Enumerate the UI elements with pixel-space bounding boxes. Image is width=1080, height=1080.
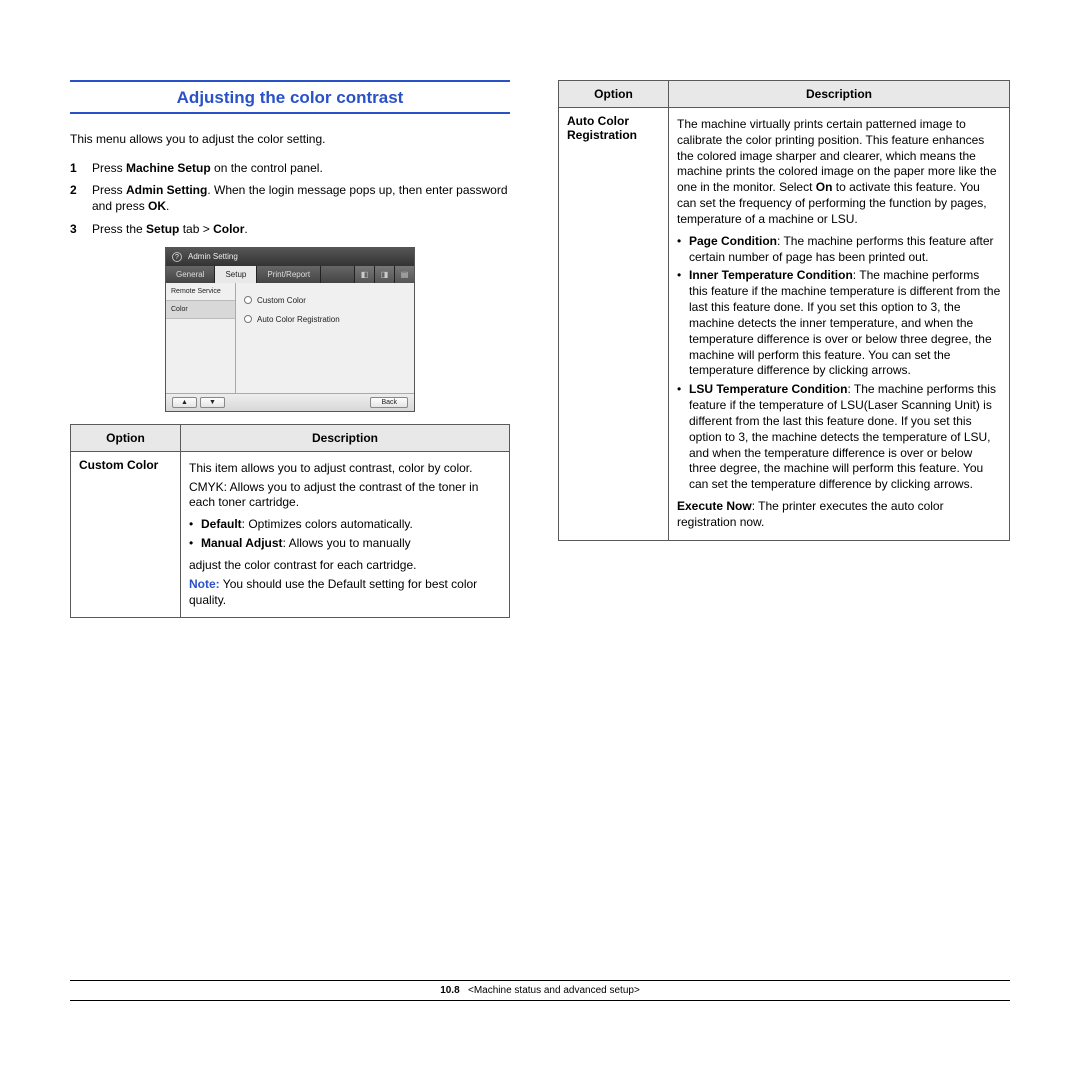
- step-number: 3: [70, 221, 92, 237]
- ui-title-text: Admin Setting: [188, 252, 238, 261]
- option-description: This item allows you to adjust contrast,…: [181, 451, 510, 618]
- nav-up-button[interactable]: ▲: [172, 397, 197, 408]
- auto-color-table: Option Description Auto Color Registrati…: [558, 80, 1010, 541]
- chapter-title: <Machine status and advanced setup>: [468, 985, 640, 996]
- page-number: 10.8: [440, 985, 459, 996]
- sidebar-item-color[interactable]: Color: [166, 301, 235, 319]
- table-row: Custom Color This item allows you to adj…: [71, 451, 510, 618]
- sidebar-item-remote-service[interactable]: Remote Service: [166, 283, 235, 301]
- status-icon-3: ▤: [394, 266, 414, 283]
- option-label: Custom Color: [257, 296, 306, 305]
- step-number: 1: [70, 160, 92, 176]
- step-text: Press Admin Setting. When the login mess…: [92, 182, 510, 214]
- embedded-ui-screenshot: ? Admin Setting General Setup Print/Repo…: [165, 247, 415, 412]
- ui-footer: ▲ ▼ Back: [166, 393, 414, 411]
- table-row: Auto Color Registration The machine virt…: [559, 108, 1010, 541]
- nav-down-button[interactable]: ▼: [200, 397, 225, 408]
- section-heading: Adjusting the color contrast: [70, 82, 510, 112]
- heading-rule-bottom: [70, 112, 510, 114]
- section-heading-block: Adjusting the color contrast: [70, 80, 510, 114]
- option-name: Custom Color: [71, 451, 181, 618]
- step-number: 2: [70, 182, 92, 214]
- back-button[interactable]: Back: [370, 397, 408, 408]
- ui-tabs: General Setup Print/Report ◧ ◨ ▤: [166, 266, 414, 283]
- option-name: Auto Color Registration: [559, 108, 669, 541]
- step-3: 3 Press the Setup tab > Color.: [70, 221, 510, 237]
- option-description: The machine virtually prints certain pat…: [669, 108, 1010, 541]
- custom-color-table: Option Description Custom Color This ite…: [70, 424, 510, 619]
- help-icon: ?: [172, 252, 182, 262]
- ui-sidebar: Remote Service Color: [166, 283, 236, 393]
- tab-print-report[interactable]: Print/Report: [257, 266, 321, 283]
- tab-setup[interactable]: Setup: [215, 266, 257, 283]
- steps-list: 1 Press Machine Setup on the control pan…: [70, 160, 510, 237]
- intro-text: This menu allows you to adjust the color…: [70, 132, 510, 146]
- list-item: LSU Temperature Condition: The machine p…: [677, 382, 1001, 493]
- option-label: Auto Color Registration: [257, 315, 340, 324]
- option-auto-color-registration[interactable]: Auto Color Registration: [244, 315, 406, 324]
- status-icon-2: ◨: [374, 266, 394, 283]
- ui-titlebar: ? Admin Setting: [166, 248, 414, 266]
- col-option: Option: [559, 81, 669, 108]
- list-item: Manual Adjust: Allows you to manually: [189, 536, 501, 552]
- radio-icon: [244, 315, 252, 323]
- note-label: Note:: [189, 577, 220, 591]
- step-text: Press Machine Setup on the control panel…: [92, 160, 510, 176]
- col-description: Description: [669, 81, 1010, 108]
- radio-icon: [244, 296, 252, 304]
- step-text: Press the Setup tab > Color.: [92, 221, 510, 237]
- tab-general[interactable]: General: [166, 266, 215, 283]
- list-item: Page Condition: The machine performs thi…: [677, 234, 1001, 266]
- option-custom-color[interactable]: Custom Color: [244, 296, 406, 305]
- col-option: Option: [71, 424, 181, 451]
- step-1: 1 Press Machine Setup on the control pan…: [70, 160, 510, 176]
- list-item: Default: Optimizes colors automatically.: [189, 517, 501, 533]
- step-2: 2 Press Admin Setting. When the login me…: [70, 182, 510, 214]
- page-footer: 10.8 <Machine status and advanced setup>: [70, 980, 1010, 1001]
- list-item: Inner Temperature Condition: The machine…: [677, 268, 1001, 379]
- status-icon-1: ◧: [354, 266, 374, 283]
- col-description: Description: [181, 424, 510, 451]
- ui-content: Custom Color Auto Color Registration: [236, 283, 414, 393]
